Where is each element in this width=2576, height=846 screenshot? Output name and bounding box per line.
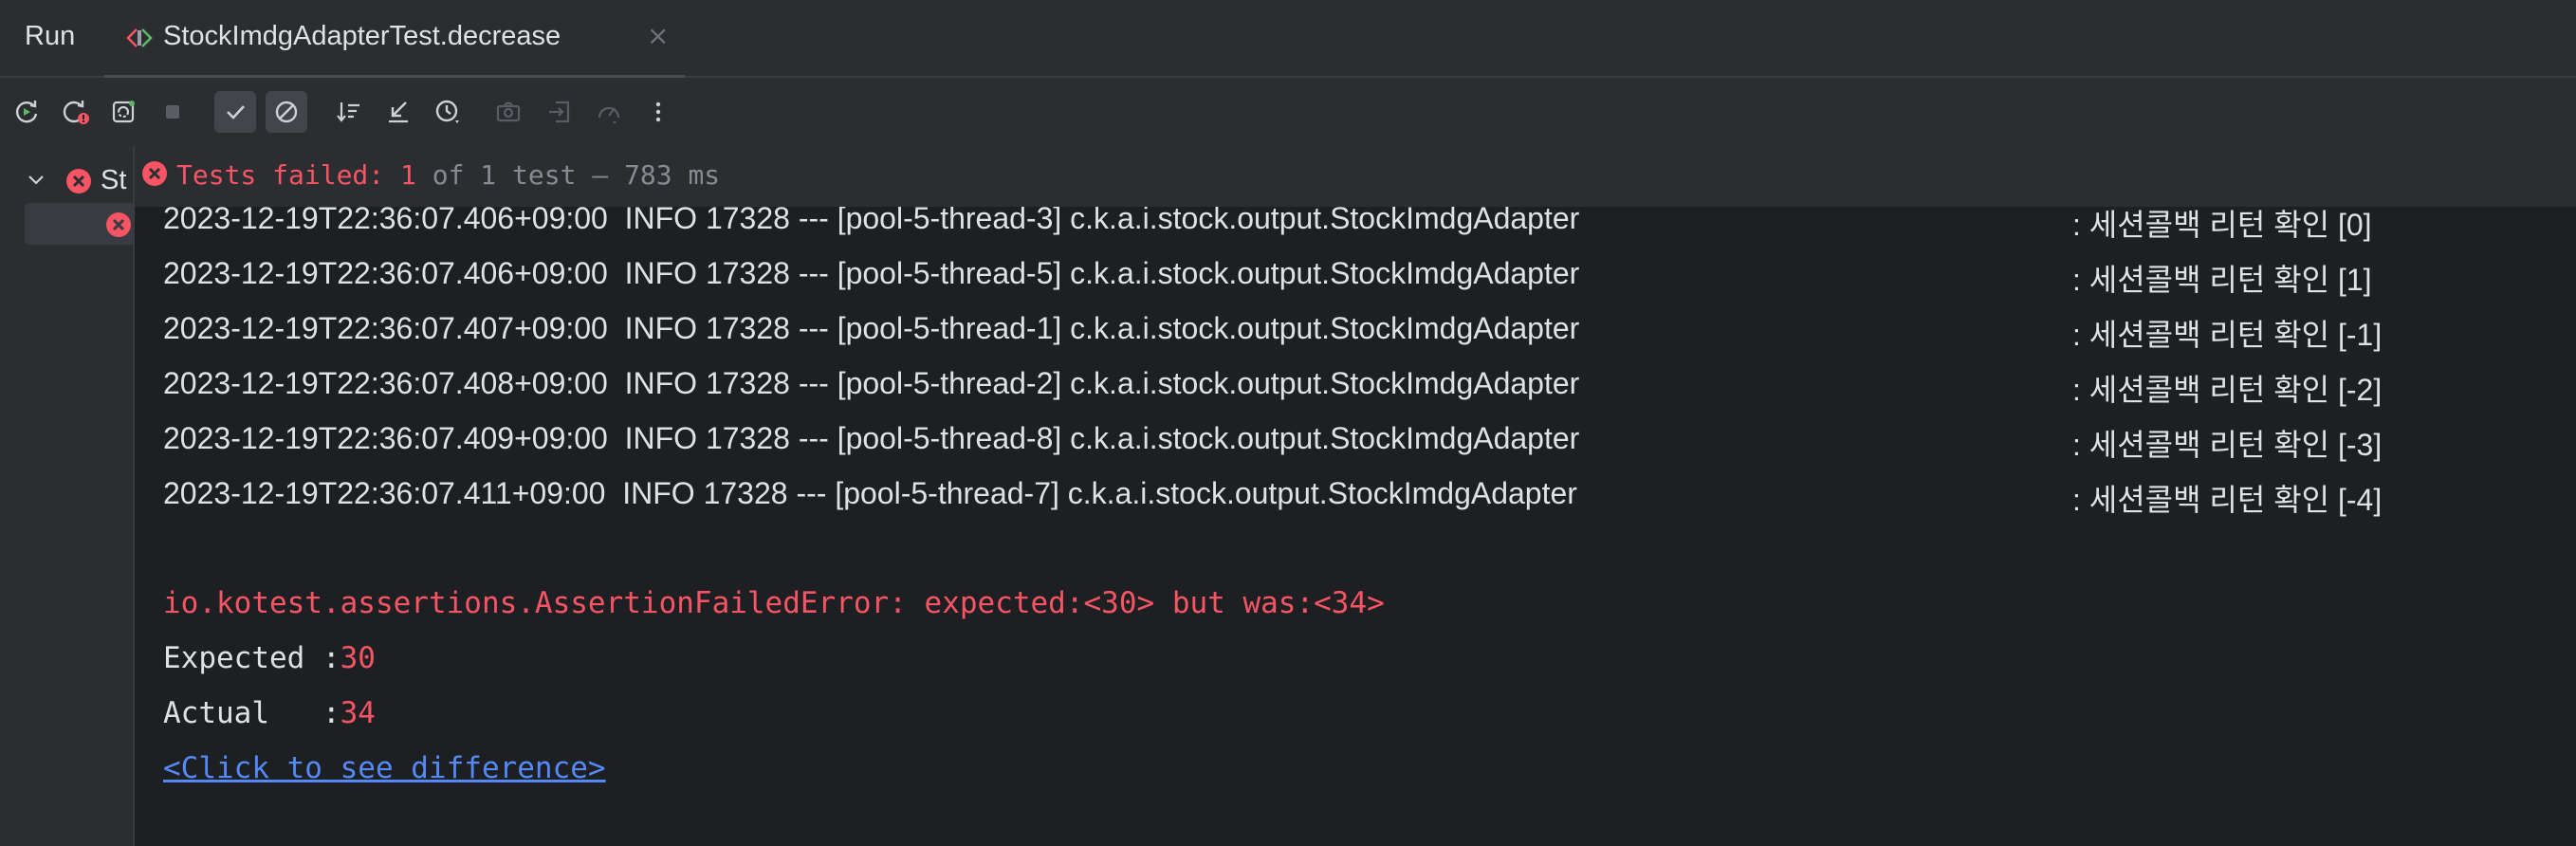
show-ignored-icon[interactable]	[266, 91, 307, 133]
log-line: 2023-12-19T22:36:07.408+09:00 INFO 17328…	[163, 366, 2382, 421]
tree-node-test-decrease[interactable]	[25, 203, 135, 245]
log-message: : 세션콜백 리턴 확인 [0]	[2072, 208, 2372, 242]
log-message: : 세션콜백 리턴 확인 [-3]	[2072, 428, 2383, 462]
log-head: 2023-12-19T22:36:07.407+09:00 INFO 17328…	[163, 311, 1580, 345]
log-message: : 세션콜백 리턴 확인 [-2]	[2072, 373, 2383, 407]
run-tool-window-title: Run	[25, 21, 76, 51]
sort-by-duration-icon[interactable]	[427, 91, 469, 133]
test-summary: Tests failed: 1 of 1 test – 783 ms	[176, 159, 720, 191]
log-head: 2023-12-19T22:36:07.409+09:00 INFO 17328…	[163, 421, 1580, 455]
log-line: 2023-12-19T22:36:07.409+09:00 INFO 17328…	[163, 421, 2382, 476]
tests-failed-label: Tests failed:	[176, 159, 401, 191]
test-failed-icon	[66, 169, 91, 193]
collapse-all-icon[interactable]	[377, 91, 419, 133]
log-message: : 세션콜백 리턴 확인 [1]	[2072, 263, 2372, 297]
coverage-icon[interactable]	[588, 91, 630, 133]
test-runner-toolbar	[0, 78, 2576, 146]
test-status-bar: Tests failed: 1 of 1 test – 783 ms	[135, 146, 2576, 207]
actual-label: Actual :	[163, 696, 340, 730]
failed-count: 1	[400, 159, 416, 191]
log-head: 2023-12-19T22:36:07.406+09:00 INFO 17328…	[163, 207, 1580, 235]
test-failed-icon	[142, 161, 167, 186]
more-vertical-icon[interactable]	[637, 91, 679, 133]
log-head: 2023-12-19T22:36:07.411+09:00 INFO 17328…	[163, 476, 1577, 510]
toggle-auto-test-icon[interactable]	[102, 91, 144, 133]
actual-line: Actual :34	[163, 696, 376, 730]
expected-value: 30	[340, 641, 376, 675]
tool-window-tabbar: Run StockImdgAdapterTest.decrease ×	[0, 0, 2576, 80]
log-head: 2023-12-19T22:36:07.408+09:00 INFO 17328…	[163, 366, 1580, 400]
tab-run-configuration[interactable]: StockImdgAdapterTest.decrease ×	[104, 0, 685, 80]
log-line: 2023-12-19T22:36:07.406+09:00 INFO 17328…	[163, 207, 2372, 256]
close-icon[interactable]: ×	[647, 23, 669, 49]
expected-line: Expected :30	[163, 641, 376, 675]
tab-title: StockImdgAdapterTest.decrease	[163, 21, 561, 51]
expected-label: Expected :	[163, 641, 340, 675]
stop-icon[interactable]	[152, 91, 193, 133]
log-message: : 세션콜백 리턴 확인 [-4]	[2072, 483, 2383, 517]
test-tree-panel: St	[0, 146, 135, 846]
console-output[interactable]: 2023-12-19T22:36:07.406+09:00 INFO 17328…	[137, 207, 2576, 846]
test-total-duration: of 1 test – 783 ms	[415, 159, 721, 191]
import-tests-icon[interactable]	[539, 91, 580, 133]
assertion-error: io.kotest.assertions.AssertionFailedErro…	[163, 586, 1385, 620]
show-passed-icon[interactable]	[214, 91, 256, 133]
log-line: 2023-12-19T22:36:07.411+09:00 INFO 17328…	[163, 476, 2382, 531]
actual-value: 34	[340, 696, 376, 730]
chevron-down-icon[interactable]	[27, 173, 46, 188]
log-head: 2023-12-19T22:36:07.406+09:00 INFO 17328…	[163, 256, 1580, 290]
rerun-icon[interactable]	[6, 91, 47, 133]
log-message: : 세션콜백 리턴 확인 [-1]	[2072, 318, 2383, 352]
tree-node-label: St	[101, 165, 127, 195]
test-failed-icon	[106, 212, 131, 237]
see-difference-link[interactable]: <Click to see difference>	[163, 751, 606, 785]
log-line: 2023-12-19T22:36:07.406+09:00 INFO 17328…	[163, 256, 2372, 311]
sort-alphabetically-icon[interactable]	[328, 91, 370, 133]
rerun-failed-icon[interactable]	[55, 91, 97, 133]
log-line: 2023-12-19T22:36:07.407+09:00 INFO 17328…	[163, 311, 2382, 366]
tree-node-root[interactable]: St	[0, 159, 135, 201]
test-config-icon	[126, 28, 153, 47]
camera-icon[interactable]	[488, 91, 529, 133]
